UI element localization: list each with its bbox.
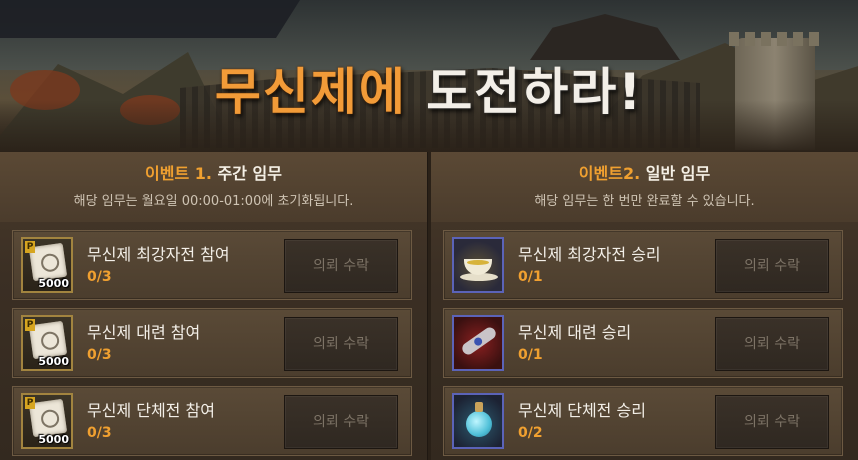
banner-title: 무신제에 도전하라! xyxy=(0,52,858,124)
mission-name: 무신제 대련 참여 xyxy=(87,323,201,342)
point-scroll-icon: P 5000 xyxy=(21,315,73,371)
accept-quest-button[interactable]: 의뢰 수락 xyxy=(715,239,829,293)
panel-title-prefix: 이벤트 1. xyxy=(145,164,212,183)
banner-title-part1: 무신제에 xyxy=(214,63,407,121)
accept-quest-button[interactable]: 의뢰 수락 xyxy=(284,239,398,293)
red-scroll-icon xyxy=(452,315,504,371)
point-badge: P xyxy=(25,319,35,331)
banner-top-bar xyxy=(0,0,300,38)
event-panel-normal: 이벤트2. 일반 임무 해당 임무는 한 번만 완료할 수 있습니다. 무신제 … xyxy=(431,152,858,460)
panel-title: 이벤트 1. 주간 임무 xyxy=(0,160,427,184)
accept-quest-button[interactable]: 의뢰 수락 xyxy=(715,317,829,371)
panel-title: 이벤트2. 일반 임무 xyxy=(431,160,858,184)
mission-progress: 0/1 xyxy=(518,347,543,363)
potion-icon xyxy=(452,393,504,449)
mission-row: 무신제 단체전 승리 0/2 의뢰 수락 xyxy=(443,386,843,456)
reward-amount: 5000 xyxy=(38,355,69,368)
tea-cup-icon xyxy=(452,237,504,293)
mission-name: 무신제 최강자전 참여 xyxy=(87,245,230,264)
mission-row: 무신제 최강자전 승리 0/1 의뢰 수락 xyxy=(443,230,843,300)
potion-bottle xyxy=(466,402,492,437)
reward-amount: 5000 xyxy=(38,277,69,290)
mission-row: P 5000 무신제 대련 참여 0/3 의뢰 수락 xyxy=(12,308,412,378)
point-badge: P xyxy=(25,397,35,409)
mission-progress: 0/1 xyxy=(518,269,543,285)
panel-title-prefix: 이벤트2. xyxy=(578,164,641,183)
mission-name: 무신제 최강자전 승리 xyxy=(518,245,661,264)
point-scroll-icon: P 5000 xyxy=(21,237,73,293)
event-window: 무신제에 도전하라! 이벤트 1. 주간 임무 해당 임무는 월요일 00:00… xyxy=(0,0,858,460)
panel-header: 이벤트 1. 주간 임무 해당 임무는 월요일 00:00-01:00에 초기화… xyxy=(0,152,427,222)
reward-amount: 5000 xyxy=(38,433,69,446)
mission-name: 무신제 단체전 승리 xyxy=(518,401,646,420)
mission-progress: 0/3 xyxy=(87,269,112,285)
point-badge: P xyxy=(25,241,35,253)
event-panel-weekly: 이벤트 1. 주간 임무 해당 임무는 월요일 00:00-01:00에 초기화… xyxy=(0,152,428,460)
mission-name: 무신제 단체전 참여 xyxy=(87,401,215,420)
mission-row: 무신제 대련 승리 0/1 의뢰 수락 xyxy=(443,308,843,378)
panel-subtitle: 해당 임무는 월요일 00:00-01:00에 초기화됩니다. xyxy=(73,194,354,209)
mission-progress: 0/3 xyxy=(87,347,112,363)
panel-header: 이벤트2. 일반 임무 해당 임무는 한 번만 완료할 수 있습니다. xyxy=(431,152,858,222)
panel-title-text: 주간 임무 xyxy=(217,164,282,183)
accept-quest-button[interactable]: 의뢰 수락 xyxy=(715,395,829,449)
panel-subtitle: 해당 임무는 한 번만 완료할 수 있습니다. xyxy=(534,194,755,209)
panel-title-text: 일반 임무 xyxy=(645,164,711,183)
mission-progress: 0/2 xyxy=(518,425,543,441)
event-banner: 무신제에 도전하라! xyxy=(0,0,858,152)
rolled-scroll xyxy=(459,325,499,357)
point-scroll-icon: P 5000 xyxy=(21,393,73,449)
accept-quest-button[interactable]: 의뢰 수락 xyxy=(284,395,398,449)
mission-progress: 0/3 xyxy=(87,425,112,441)
mission-row: P 5000 무신제 최강자전 참여 0/3 의뢰 수락 xyxy=(12,230,412,300)
mission-name: 무신제 대련 승리 xyxy=(518,323,632,342)
banner-title-part2: 도전하라! xyxy=(426,63,644,121)
mission-row: P 5000 무신제 단체전 참여 0/3 의뢰 수락 xyxy=(12,386,412,456)
accept-quest-button[interactable]: 의뢰 수락 xyxy=(284,317,398,371)
